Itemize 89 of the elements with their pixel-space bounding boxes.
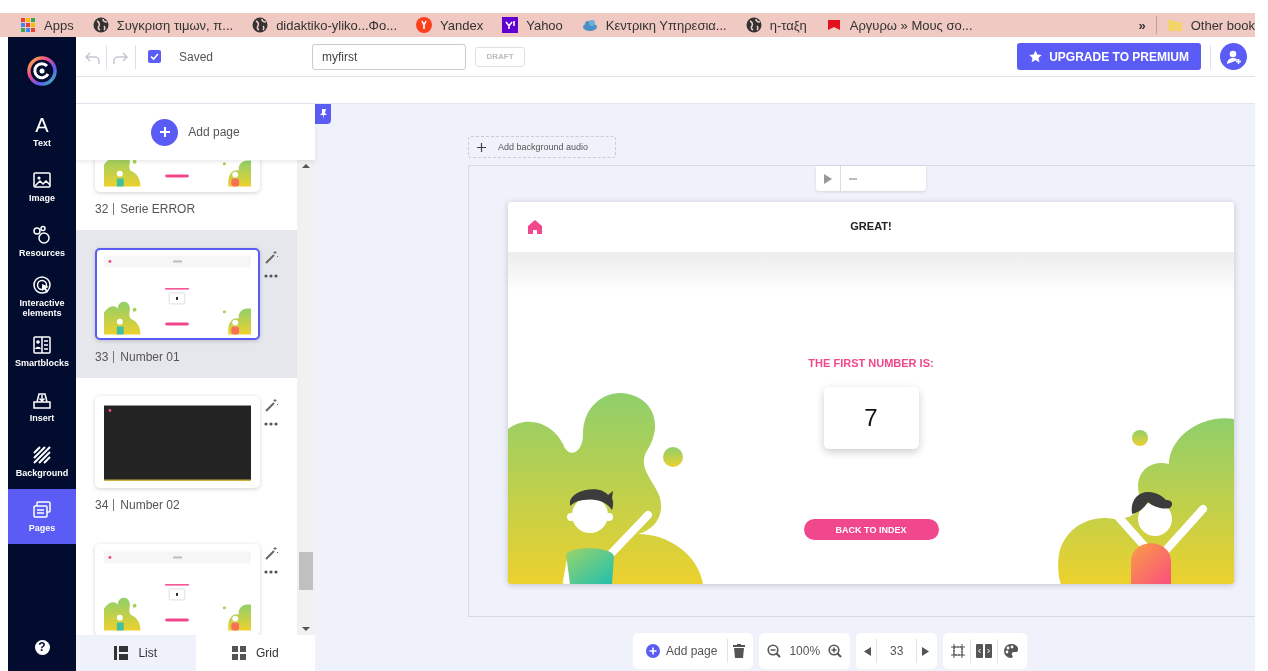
sidebar-tab[interactable]: Interactive elements [8, 269, 76, 324]
apps-icon [20, 17, 36, 33]
pin-button[interactable] [315, 104, 331, 124]
y-square-icon [502, 17, 519, 33]
save-status: Saved [179, 49, 214, 64]
home-icon[interactable] [528, 220, 542, 234]
text-icon: A [35, 115, 49, 135]
slide-title: GREAT! [850, 220, 892, 232]
globe-icon [745, 17, 762, 33]
next-icon[interactable] [922, 646, 930, 656]
previous-icon[interactable] [864, 646, 872, 656]
bookmark-link[interactable]: η-ταξη [769, 17, 807, 33]
bookmark-link[interactable]: didaktiko-yliko...Φο... [276, 17, 398, 33]
page-number: 33 [95, 351, 115, 363]
number-card: 7 [823, 387, 919, 449]
bookmark-link[interactable]: Yandex [440, 17, 484, 33]
magic-wand-icon[interactable] [264, 398, 278, 412]
page-thumbnail[interactable] [95, 248, 260, 340]
zoom-in-icon[interactable] [828, 644, 843, 658]
sidebar-tab[interactable]: Image [8, 159, 76, 214]
circles-icon [32, 225, 52, 245]
sidebar-tab[interactable]: Background [8, 434, 76, 489]
bookmark-link[interactable]: Yahoo [526, 17, 563, 33]
view-tab[interactable]: List [76, 635, 196, 671]
add-audio-button[interactable]: Add background audio [468, 136, 616, 158]
slide-heading: THE FIRST NUMBER IS: [808, 357, 934, 369]
page-title: Number 01 [120, 350, 180, 364]
pointer-target-icon [32, 275, 52, 295]
page-number: 32 [95, 203, 115, 215]
globe-icon [252, 17, 269, 33]
scrollbar[interactable] [297, 160, 315, 635]
layout-block-icon [32, 335, 52, 355]
more-icon[interactable] [264, 274, 278, 278]
globe-icon [92, 17, 109, 33]
bookmark-link[interactable]: Apps [44, 17, 74, 33]
check-icon [150, 52, 159, 61]
add-page-button[interactable] [151, 118, 179, 146]
page-title: Number 02 [120, 498, 180, 512]
plus-icon [477, 142, 486, 152]
sidebar-tab[interactable]: Insert [8, 379, 76, 434]
split-view-icon[interactable] [976, 644, 993, 658]
user-plus-icon [1225, 48, 1242, 65]
stripes-icon [32, 445, 52, 465]
more-icon[interactable] [264, 422, 278, 426]
bookmark-link[interactable]: Αργυρω » Μους σο... [849, 17, 973, 33]
page-title: Serie ERROR [120, 202, 196, 216]
page-thumbnail[interactable] [95, 396, 260, 488]
plus-icon [158, 126, 171, 138]
bookmark-link[interactable]: Κεντρικη Υπηρεσια... [605, 17, 727, 33]
page-number: 33 [889, 644, 905, 658]
scrollbar-thumb[interactable] [299, 552, 313, 590]
y-circle-icon [416, 17, 433, 33]
draft-badge: DRAFT [475, 46, 526, 67]
star-icon [1029, 50, 1043, 63]
pin-icon [318, 109, 328, 119]
saved-checkbox[interactable] [148, 50, 161, 63]
help-button[interactable]: ? [34, 640, 50, 655]
sidebar-tab[interactable]: Pages [8, 489, 76, 544]
grid-guides-icon[interactable] [951, 644, 966, 658]
bookmark-link[interactable]: Συγκριση τιμων, π... [116, 17, 234, 33]
sidebar-tab[interactable]: Resources [8, 214, 76, 269]
palette-icon[interactable] [1003, 643, 1020, 659]
page-number: 34 [95, 499, 115, 511]
magic-wand-icon[interactable] [264, 546, 278, 560]
play-icon[interactable] [824, 173, 832, 184]
image-icon [32, 170, 52, 190]
trash-icon[interactable] [733, 644, 746, 658]
sidebar-tab[interactable]: A Text [8, 104, 76, 159]
title-field[interactable]: myfirst [312, 43, 467, 70]
add-page-label: Add page [188, 125, 240, 139]
upgrade-button[interactable]: UPGRADE TO PREMIUM [1017, 43, 1201, 70]
list-icon [114, 646, 129, 660]
zoom-level: 100% [788, 644, 822, 658]
page-thumbnail[interactable] [95, 544, 260, 635]
stacked-pages-icon [32, 500, 52, 520]
ribbon-icon [825, 17, 842, 33]
magic-wand-icon[interactable] [264, 250, 278, 264]
plus-circle-icon [646, 644, 660, 658]
logo-icon[interactable] [27, 55, 57, 86]
sidebar-tab[interactable]: Smartblocks [8, 324, 76, 379]
tray-download-icon [32, 390, 52, 410]
more-bookmarks-button[interactable]: » [1138, 17, 1146, 33]
folder-icon [1166, 17, 1183, 33]
cloud-icon [581, 17, 598, 33]
bookmark-folder[interactable]: Other book [1190, 17, 1255, 33]
add-user-button[interactable] [1220, 43, 1247, 70]
more-icon[interactable] [264, 570, 278, 574]
grid-icon [231, 646, 246, 660]
zoom-out-icon[interactable] [767, 644, 782, 658]
